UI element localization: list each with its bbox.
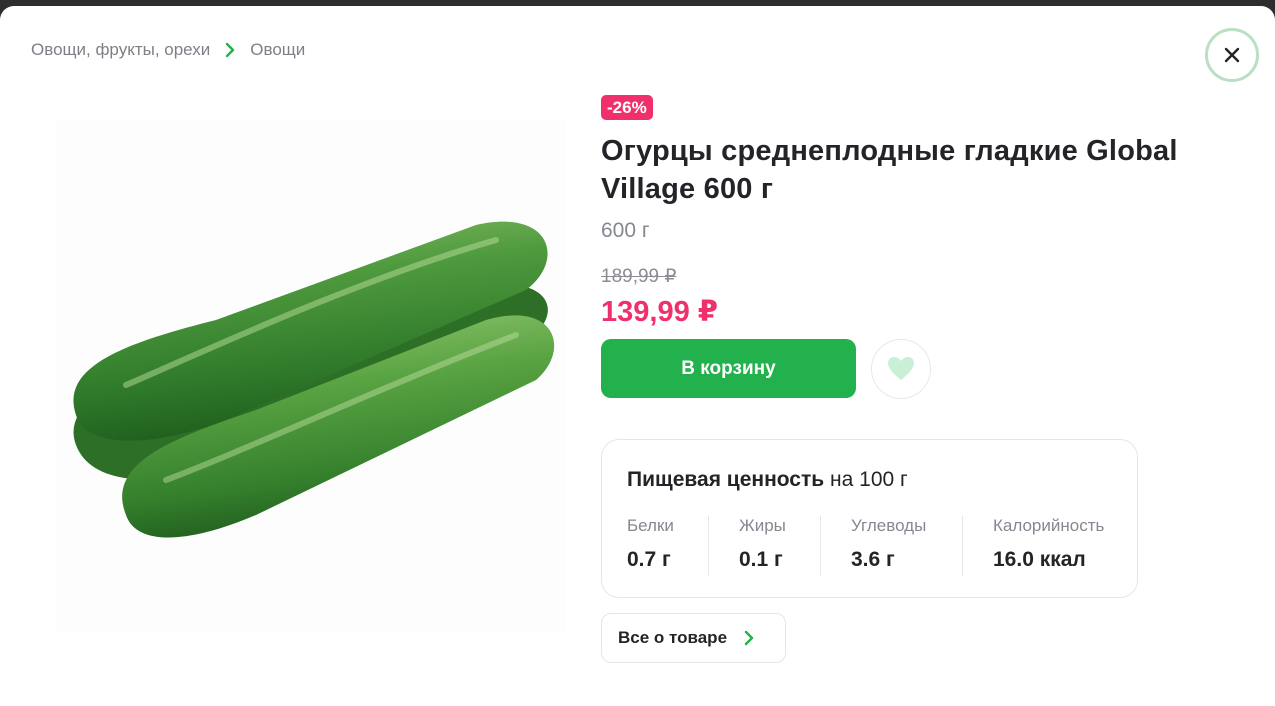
product-details-button[interactable]: Все о товаре	[601, 613, 786, 663]
nutrition-carbs: Углеводы 3.6 г	[851, 516, 926, 576]
breadcrumb: Овощи, фрукты, орехи Овощи	[31, 35, 305, 65]
nutrition-value: 16.0 ккал	[993, 548, 1086, 571]
nutrition-heading: Пищевая ценность	[627, 468, 825, 491]
favorite-button[interactable]	[871, 339, 931, 399]
close-button[interactable]	[1205, 28, 1259, 82]
nutrition-label: Белки	[627, 516, 674, 535]
nutrition-title: Пищевая ценность на 100 г	[627, 468, 908, 492]
product-image	[56, 120, 566, 632]
old-price: 189,99 ₽	[601, 266, 677, 287]
divider	[820, 516, 821, 576]
nutrition-protein: Белки 0.7 г	[627, 516, 674, 576]
product-title: Огурцы среднеплодные гладкие Global Vill…	[601, 135, 1178, 205]
nutrition-value: 0.1 г	[739, 548, 783, 571]
heart-icon	[888, 357, 914, 380]
nutrition-label: Жиры	[739, 516, 786, 535]
product-modal: Овощи, фрукты, орехи Овощи -26% Огурцы с…	[0, 6, 1275, 706]
chevron-right-icon	[226, 42, 235, 58]
add-to-cart-button[interactable]: В корзину	[601, 339, 856, 398]
nutrition-label: Калорийность	[993, 516, 1105, 535]
nutrition-value: 3.6 г	[851, 548, 895, 571]
nutrition-calories: Калорийность 16.0 ккал	[993, 516, 1104, 576]
nutrition-value: 0.7 г	[627, 548, 671, 571]
nutrition-card: Пищевая ценность на 100 г Белки 0.7 г Жи…	[601, 439, 1138, 598]
new-price: 139,99 ₽	[601, 296, 718, 328]
product-details-label: Все о товаре	[618, 628, 728, 647]
divider	[708, 516, 709, 576]
close-icon	[1224, 47, 1240, 63]
breadcrumb-item-vegetables[interactable]: Овощи	[250, 40, 305, 60]
product-weight: 600 г	[601, 219, 650, 242]
nutrition-fat: Жиры 0.1 г	[739, 516, 786, 576]
nutrition-label: Углеводы	[851, 516, 927, 535]
divider	[962, 516, 963, 576]
nutrition-per: на 100 г	[830, 468, 908, 491]
chevron-right-icon	[744, 630, 754, 646]
discount-badge: -26%	[601, 95, 653, 120]
breadcrumb-item-fruits-vegetables[interactable]: Овощи, фрукты, орехи	[31, 40, 210, 60]
